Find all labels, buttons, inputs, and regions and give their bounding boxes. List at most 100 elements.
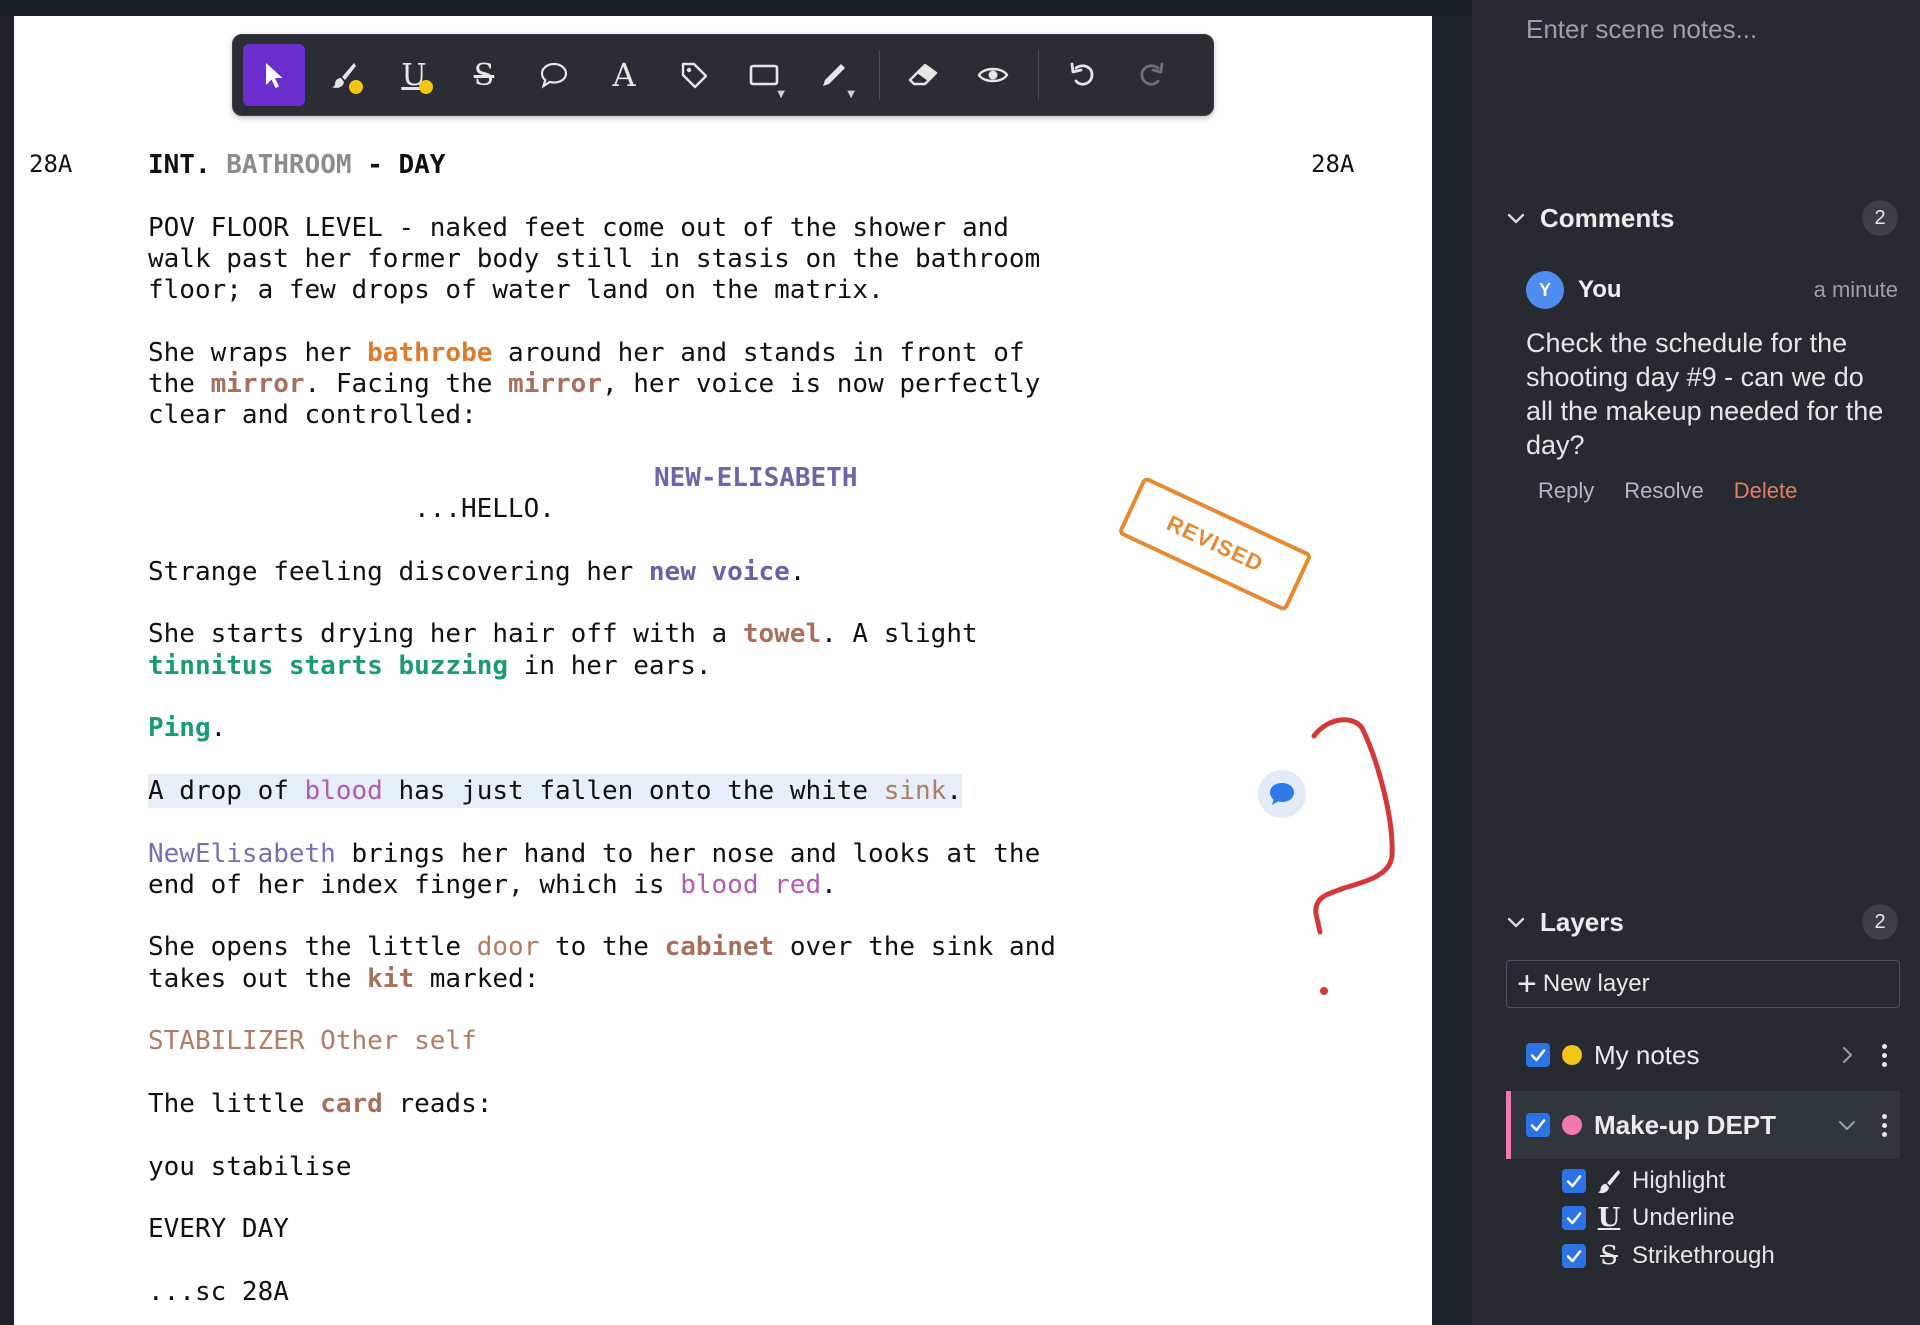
tagged-ping[interactable]: Ping [148,713,211,743]
dropdown-caret-icon: ▼ [777,89,785,100]
sublayer-underline[interactable]: U Underline [1562,1201,1862,1235]
text-run: . [210,713,227,744]
tagged-card[interactable]: card [320,1089,383,1119]
tag-tool-button[interactable] [663,44,725,106]
tagged-blood-red[interactable]: blood red [680,870,821,900]
action-paragraph[interactable]: ...sc 28A [148,1277,1288,1308]
tag-icon [681,62,708,89]
dialogue-line[interactable]: ...HELLO. [148,494,1288,525]
new-layer-label: New layer [1542,970,1650,997]
slug-int: INT. [148,150,211,180]
action-paragraph[interactable]: She opens the little door to the cabinet… [148,932,1288,995]
action-paragraph[interactable]: EVERY DAY [148,1214,1288,1245]
action-paragraph[interactable]: Strange feeling discovering her new voic… [148,557,1288,588]
scene-notes-input[interactable] [1472,0,1920,170]
delete-button[interactable]: Delete [1734,478,1798,504]
layer-checkbox[interactable] [1526,1113,1550,1137]
chevron-down-icon[interactable] [1836,1114,1858,1136]
eye-icon [977,67,1009,83]
resolve-button[interactable]: Resolve [1624,478,1703,504]
underline-tool-button[interactable]: U [383,44,445,106]
text-run: has just fallen onto the white [382,775,884,806]
annotation-toolbar: U S A ▼ ▼ [232,34,1214,116]
script-body[interactable]: INT. BATHROOM - DAY POV FLOOR LEVEL - na… [148,150,1288,1325]
more-options-icon[interactable] [1880,1043,1888,1067]
new-layer-button[interactable]: + New layer [1506,960,1900,1008]
highlight-tool-button[interactable] [313,44,375,106]
tagged-bathrobe[interactable]: bathrobe [367,338,492,368]
slug-dash: - [351,150,399,180]
scene-number-right: 28A [1311,150,1355,178]
redo-button[interactable] [1121,44,1183,106]
sublayer-label: Underline [1632,1204,1735,1231]
select-tool-button[interactable] [243,44,305,106]
action-paragraph[interactable]: POV FLOOR LEVEL - naked feet come out of… [148,213,1288,307]
eraser-tool-button[interactable] [892,44,954,106]
sublayer-highlight[interactable]: Highlight [1562,1164,1862,1198]
strikethrough-icon: S [473,57,495,93]
text-run: . [946,775,963,806]
tagged-sink[interactable]: sink [884,776,947,806]
tagged-mirror[interactable]: mirror [508,369,602,399]
scene-heading[interactable]: INT. BATHROOM - DAY [148,150,1288,181]
sublayer-checkbox[interactable] [1562,1244,1586,1268]
tagged-mirror[interactable]: mirror [211,369,305,399]
action-paragraph[interactable]: Ping. [148,713,1288,744]
app-window: 28A 28A INT. BATHROOM - DAY POV FLOOR LE… [0,0,1920,1325]
layer-row-makeup-dept[interactable]: Make-up DEPT [1506,1091,1900,1159]
text-run: . [789,556,806,587]
comments-header[interactable]: Comments 2 [1504,198,1898,238]
comment-marker[interactable] [1258,770,1306,818]
tagged-tinnitus[interactable]: tinnitus starts buzzing [148,651,508,681]
tagged-door[interactable]: door [477,932,540,962]
comment-tool-button[interactable] [523,44,585,106]
text-run: . [821,869,837,900]
underline-icon: U [1597,1203,1621,1233]
slug-location: BATHROOM [226,150,352,180]
sublayer-checkbox[interactable] [1562,1169,1586,1193]
layers-header[interactable]: Layers 2 [1504,902,1898,942]
brush-icon [1594,1166,1624,1196]
tagged-character-name[interactable]: NewElisabeth [148,839,336,869]
sublayer-strikethrough[interactable]: S Strikethrough [1562,1239,1862,1273]
text-tool-button[interactable]: A [593,44,655,106]
comments-count-badge: 2 [1862,200,1898,236]
visibility-toggle-button[interactable] [962,44,1024,106]
chevron-right-icon[interactable] [1836,1044,1858,1066]
action-paragraph[interactable]: you stabilise [148,1152,1288,1183]
strikethrough-tool-button[interactable]: S [453,44,515,106]
tagged-new-voice[interactable]: new voice [649,557,790,587]
redo-icon [1140,62,1164,86]
tagged-towel[interactable]: towel [743,619,821,649]
reply-button[interactable]: Reply [1538,478,1594,504]
action-paragraph[interactable]: STABILIZER Other self [148,1026,1288,1057]
action-paragraph[interactable]: She starts drying her hair off with a to… [148,619,1288,682]
pen-tool-button[interactable]: ▼ [803,44,865,106]
shape-tool-button[interactable]: ▼ [733,44,795,106]
tagged-kit[interactable]: kit [367,964,414,994]
top-strip [0,0,1472,16]
action-paragraph[interactable]: The little card reads: [148,1089,1288,1120]
comment-text: Check the schedule for the shooting day … [1526,328,1884,460]
undo-button[interactable] [1051,44,1113,106]
sublayer-checkbox[interactable] [1562,1206,1586,1230]
character-name[interactable]: NEW-ELISABETH [148,463,1288,494]
scene-number-left: 28A [29,150,73,178]
checkmark-icon [1566,1175,1582,1188]
layer-checkbox[interactable] [1526,1043,1550,1067]
tagged-blood[interactable]: blood [305,776,383,806]
action-paragraph[interactable]: A drop of blood has just fallen onto the… [148,773,1288,808]
checkmark-icon [1566,1250,1582,1263]
layer-row-my-notes[interactable]: My notes [1506,1021,1900,1089]
comment-card: Y You a minute Check the schedule for th… [1526,270,1898,504]
checkmark-icon [1530,1119,1546,1132]
action-paragraph[interactable]: NewElisabeth brings her hand to her nose… [148,839,1288,902]
slug-time: DAY [398,150,446,180]
action-paragraph[interactable]: She wraps her bathrobe around her and st… [148,338,1288,432]
text-run: Strange feeling discovering her [148,556,649,587]
more-options-icon[interactable] [1880,1113,1888,1137]
toolbar-divider [879,50,880,100]
tagged-cabinet[interactable]: cabinet [665,932,775,962]
layer-name: My notes [1594,1039,1700,1070]
highlighted-line[interactable]: A drop of blood has just fallen onto the… [148,773,963,808]
